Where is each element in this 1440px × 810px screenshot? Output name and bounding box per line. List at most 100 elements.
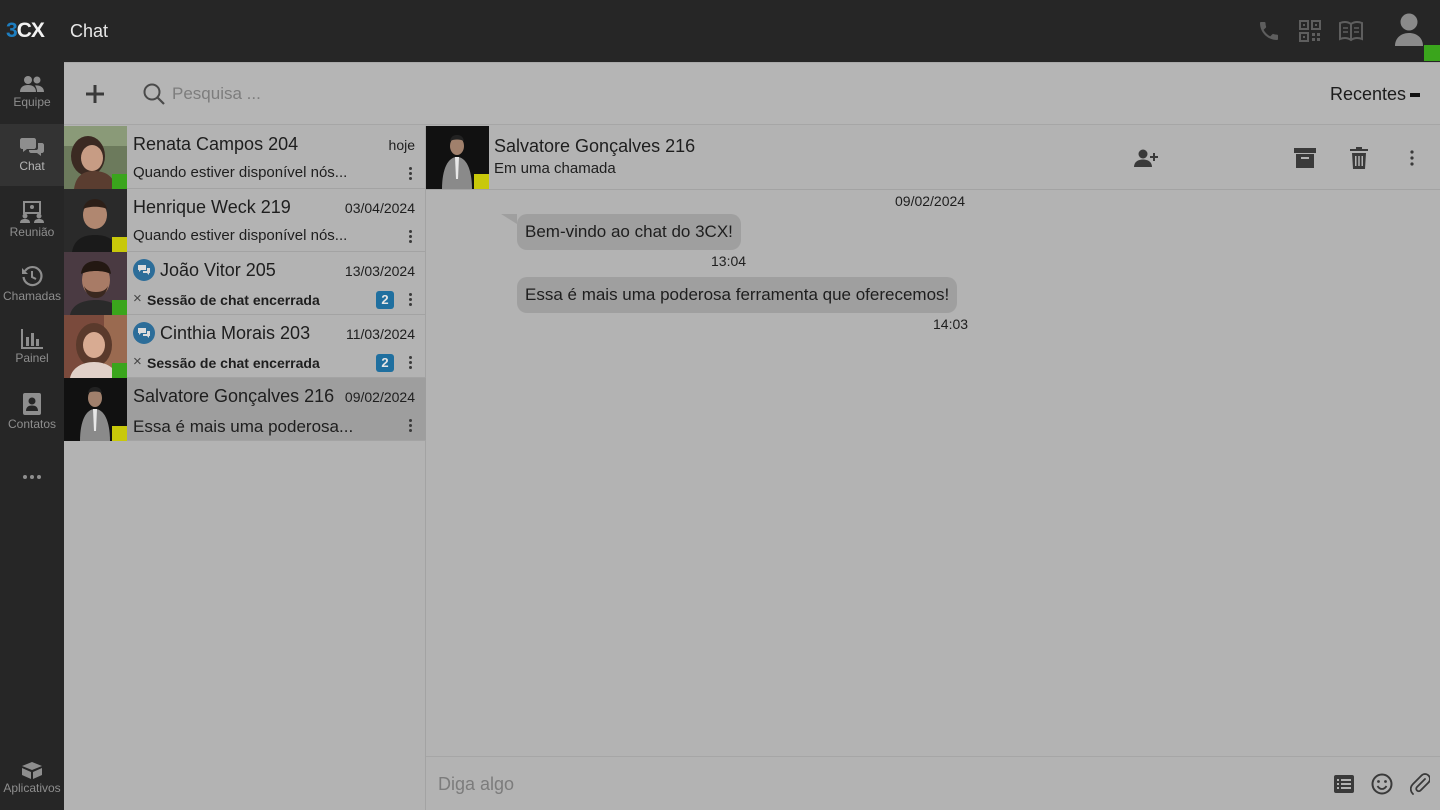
chart-icon [21, 329, 43, 349]
conversation-item[interactable]: Cinthia Morais 203 11/03/2024 × Sessão d… [64, 315, 426, 378]
left-navigation: Equipe Chat Reunião Chamadas Painel Cont… [0, 62, 64, 810]
attach-button[interactable] [1408, 772, 1432, 796]
delete-button[interactable] [1347, 146, 1371, 170]
nav-item-equipe[interactable]: Equipe [0, 62, 64, 124]
session-closed-icon: × [133, 290, 142, 307]
presence-indicator [474, 174, 489, 189]
conversation-preview: Sessão de chat encerrada [147, 292, 320, 308]
message-bubble: Bem-vindo ao chat do 3CX! [517, 214, 741, 250]
contact-name: Salvatore Gonçalves 216 [494, 136, 696, 156]
conversation-name: Renata Campos 204 [133, 134, 299, 154]
app-title: Chat [70, 21, 109, 41]
kebab-menu-icon [1410, 150, 1414, 166]
add-user-icon [1134, 149, 1158, 167]
team-icon [20, 76, 44, 92]
archive-icon [1294, 148, 1316, 168]
avatar [64, 126, 127, 189]
emoji-button[interactable] [1370, 772, 1394, 796]
conversation-date: 11/03/2024 [345, 326, 415, 342]
nav-item-painel[interactable]: Painel [0, 316, 64, 378]
presence-indicator [112, 174, 127, 189]
phone-icon[interactable] [1256, 18, 1282, 44]
conversation-menu-icon[interactable] [408, 230, 412, 246]
trash-icon [1350, 147, 1368, 169]
conversation-menu-icon[interactable] [408, 356, 412, 372]
archive-button[interactable] [1293, 146, 1317, 170]
presence-indicator [112, 300, 127, 315]
conversation-name: Cinthia Morais 203 [160, 323, 311, 343]
presence-indicator [112, 426, 127, 441]
list-icon [1334, 775, 1354, 793]
conversation-preview: Sessão de chat encerrada [147, 355, 320, 371]
nav-more-button[interactable] [0, 462, 64, 492]
chevron-down-icon [1410, 92, 1420, 97]
message-tail [501, 214, 517, 224]
conversation-item-selected[interactable]: Salvatore Gonçalves 216 09/02/2024 Essa … [64, 378, 426, 441]
presence-indicator [112, 237, 127, 252]
message-time: 13:04 [711, 253, 747, 269]
nav-item-contatos[interactable]: Contatos [0, 380, 64, 442]
unread-badge: 2 [376, 354, 394, 372]
contacts-icon [23, 393, 41, 415]
user-presence-indicator [1424, 45, 1440, 61]
chat-header: Salvatore Gonçalves 216 Em uma chamada [426, 126, 1440, 190]
conversation-name: Salvatore Gonçalves 216 [133, 386, 335, 406]
avatar [64, 315, 127, 378]
nav-item-chat[interactable]: Chat [0, 124, 64, 186]
conversation-menu-icon[interactable] [408, 419, 412, 435]
sort-dropdown-label: Recentes [1329, 84, 1406, 104]
date-separator: 09/02/2024 [895, 193, 966, 209]
qr-code-icon[interactable] [1297, 18, 1323, 44]
conversation-menu-icon[interactable] [408, 167, 412, 183]
search-input[interactable] [172, 80, 572, 108]
unread-badge: 2 [376, 291, 394, 309]
contact-avatar [426, 126, 489, 189]
history-icon [22, 265, 43, 287]
session-closed-icon: × [133, 353, 142, 370]
conversation-item[interactable]: Renata Campos 204 hoje Quando estiver di… [64, 126, 426, 189]
message-composer [426, 756, 1440, 810]
meeting-icon [20, 201, 44, 223]
conversation-list: Renata Campos 204 hoje Quando estiver di… [64, 126, 426, 810]
more-icon [23, 475, 41, 479]
conversation-preview: Essa é mais uma poderosa... [133, 417, 354, 436]
conversation-date: hoje [388, 137, 415, 153]
message-area: 09/02/2024 Bem-vindo ao chat do 3CX! 13:… [426, 190, 1440, 756]
emoji-icon [1371, 773, 1393, 795]
nav-item-aplicativos[interactable]: Aplicativos [0, 748, 64, 810]
conversation-item[interactable]: João Vitor 205 13/03/2024 × Sessão de ch… [64, 252, 426, 315]
sort-dropdown[interactable]: Recentes [1330, 84, 1420, 105]
templates-button[interactable] [1332, 772, 1356, 796]
paperclip-icon [1410, 773, 1430, 795]
conversation-preview: Quando estiver disponível nós... [133, 227, 348, 244]
chat-menu-button[interactable] [1400, 146, 1424, 170]
plus-icon [86, 85, 104, 103]
conversation-date: 03/04/2024 [344, 200, 415, 216]
conversation-name: João Vitor 205 [160, 260, 276, 280]
user-profile-icon[interactable] [1392, 10, 1426, 50]
search-icon [142, 82, 166, 106]
contact-status: Em uma chamada [494, 160, 616, 177]
message-time: 14:03 [933, 316, 969, 332]
chat-session-icon [133, 259, 155, 281]
message-bubble: Essa é mais uma poderosa ferramenta que … [517, 277, 958, 313]
avatar [64, 252, 127, 315]
conversation-menu-icon[interactable] [408, 293, 412, 309]
chat-icon [20, 138, 44, 156]
conversation-preview: Quando estiver disponível nós... [133, 164, 348, 181]
message-input[interactable] [438, 769, 1298, 799]
add-participant-button[interactable] [1134, 146, 1158, 170]
book-icon[interactable] [1338, 18, 1364, 44]
conversation-date: 09/02/2024 [344, 389, 415, 405]
nav-item-reuniao[interactable]: Reunião [0, 188, 64, 250]
nav-item-chamadas[interactable]: Chamadas [0, 252, 64, 314]
avatar [64, 378, 127, 441]
top-bar: 3CX Chat [0, 0, 1440, 62]
new-chat-button[interactable] [84, 83, 106, 105]
apps-icon [22, 762, 42, 779]
conversation-item[interactable]: Henrique Weck 219 03/04/2024 Quando esti… [64, 189, 426, 252]
conversation-date: 13/03/2024 [344, 263, 415, 279]
3cx-logo[interactable]: 3CX [6, 19, 45, 43]
search-toolbar: Recentes [64, 62, 1440, 125]
chat-session-icon [133, 322, 155, 344]
